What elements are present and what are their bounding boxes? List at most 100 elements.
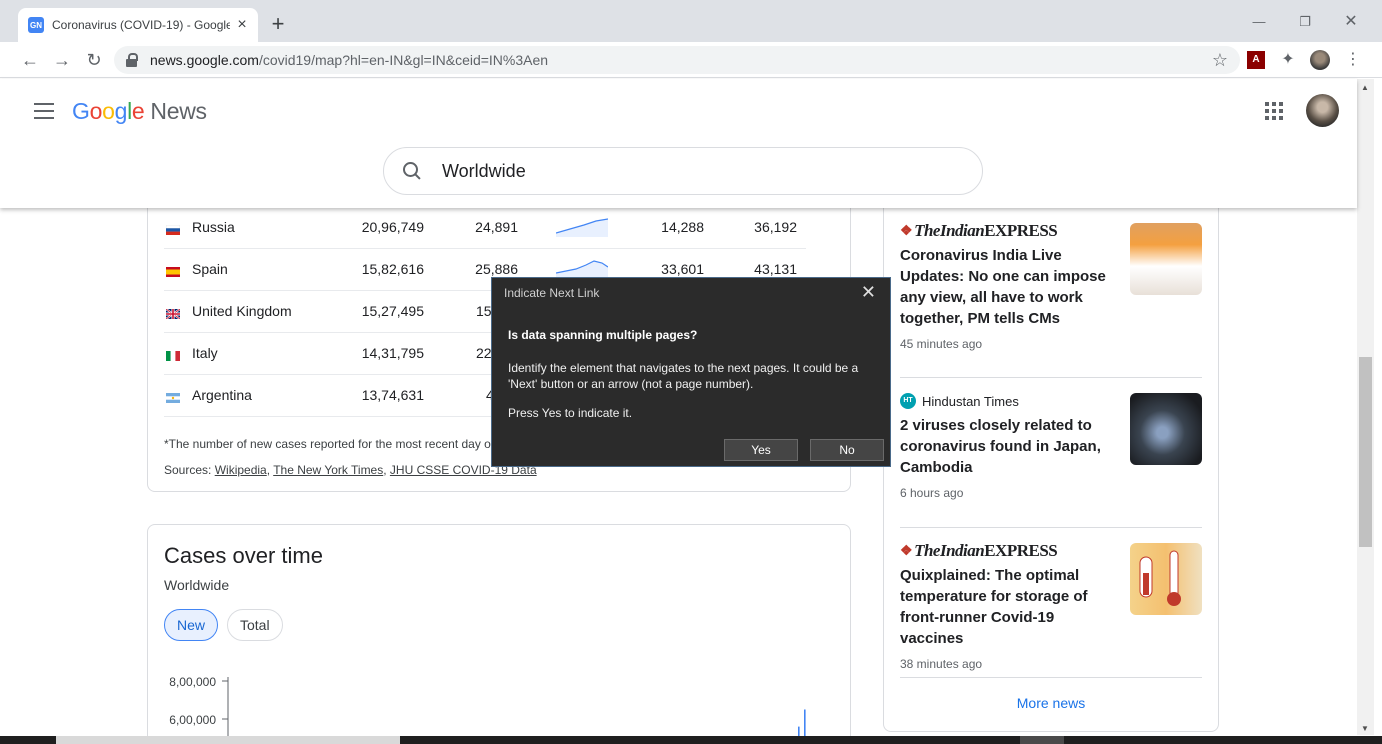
table-row[interactable]: Russia 20,96,749 24,891 14,288 36,192 xyxy=(164,207,806,249)
google-news-header: Google News Worldwide xyxy=(0,79,1357,208)
no-button[interactable]: No xyxy=(810,439,884,461)
extensions-puzzle-icon[interactable]: ✦ xyxy=(1279,51,1297,69)
country-name: Russia xyxy=(192,219,235,235)
chart-subtitle: Worldwide xyxy=(164,577,230,593)
divider xyxy=(900,677,1202,678)
spain-flag-icon xyxy=(166,264,180,277)
hindustan-times-icon: HT xyxy=(900,393,916,409)
dialog-title: Indicate Next Link xyxy=(504,286,600,300)
news-story[interactable]: ❖ The Indian EXPRESS Quixplained: The optim… xyxy=(900,541,1202,671)
deaths: 43,131 xyxy=(754,261,797,277)
browser-toolbar: ← → ↻ news.google.com/covid19/map?hl=en-… xyxy=(0,42,1382,78)
headline[interactable]: Quixplained: The optimal temperature for… xyxy=(900,565,1116,649)
lock-icon[interactable] xyxy=(126,53,138,67)
headline[interactable]: 2 viruses closely related to coronavirus… xyxy=(900,415,1116,478)
sources-line: Sources: Wikipedia, The New York Times, … xyxy=(164,463,537,477)
yes-button[interactable]: Yes xyxy=(724,439,798,461)
source-link-nyt[interactable]: The New York Times xyxy=(273,463,383,477)
total-cases: 14,31,795 xyxy=(361,345,424,361)
restore-icon[interactable]: ❐ xyxy=(1290,10,1320,34)
trend-sparkline xyxy=(556,218,608,237)
news-card: ❖ The Indian EXPRESS Coronavirus India Live… xyxy=(883,180,1219,732)
thermometer-icon xyxy=(1139,550,1181,606)
search-value: Worldwide xyxy=(442,160,526,181)
dialog-body: Identify the element that navigates to t… xyxy=(508,361,859,391)
new-cases: 24,891 xyxy=(475,219,518,235)
deaths: 36,192 xyxy=(754,219,797,235)
google-news-logo[interactable]: Google News xyxy=(72,98,207,125)
url-text: news.google.com/covid19/map?hl=en-IN&gl=… xyxy=(150,52,549,68)
browser-profile-avatar[interactable] xyxy=(1310,50,1330,70)
new-cases: 15 xyxy=(476,303,492,319)
country-name: Spain xyxy=(192,261,228,277)
chart-title: Cases over time xyxy=(164,543,323,568)
pdf-extension-icon[interactable]: A xyxy=(1247,51,1265,69)
recovered: 33,601 xyxy=(661,261,704,277)
total-toggle-button[interactable]: Total xyxy=(227,609,283,641)
more-news-link[interactable]: More news xyxy=(884,695,1218,711)
story-thumbnail[interactable] xyxy=(1130,543,1202,615)
y-tick-label: 6,00,000 xyxy=(169,713,216,727)
headline[interactable]: Coronavirus India Live Updates: No one c… xyxy=(900,245,1116,329)
italy-flag-icon xyxy=(166,348,180,361)
scrollbar-thumb[interactable] xyxy=(1359,357,1372,547)
minimize-icon[interactable]: — xyxy=(1244,10,1274,34)
indicate-next-link-dialog: Indicate Next Link ✕ Is data spanning mu… xyxy=(491,277,891,467)
divider xyxy=(900,377,1202,378)
browser-tab[interactable]: GN Coronavirus (COVID-19) - Google × xyxy=(18,8,258,42)
google-news-favicon-icon: GN xyxy=(28,17,44,33)
cases-chart: 8,00,000 6,00,000 xyxy=(169,675,809,744)
hamburger-menu-icon[interactable] xyxy=(34,103,54,119)
cases-over-time-card: Cases over time Worldwide New Total 8,00… xyxy=(147,524,851,744)
story-thumbnail[interactable] xyxy=(1130,223,1202,295)
search-input[interactable]: Worldwide xyxy=(383,147,983,195)
timestamp: 38 minutes ago xyxy=(900,657,983,671)
total-cases: 15,27,495 xyxy=(361,303,424,319)
news-story[interactable]: HT Hindustan Times 2 viruses closely rela… xyxy=(900,391,1202,500)
dialog-close-icon[interactable]: ✕ xyxy=(861,282,876,303)
story-thumbnail[interactable] xyxy=(1130,393,1202,465)
footnote: *The number of new cases reported for th… xyxy=(164,437,491,451)
recovered: 14,288 xyxy=(661,219,704,235)
tab-close-icon[interactable]: × xyxy=(234,17,250,33)
scroll-up-arrow-icon[interactable]: ▲ xyxy=(1361,83,1369,92)
taskbar-search[interactable] xyxy=(56,736,400,744)
address-bar[interactable]: news.google.com/covid19/map?hl=en-IN&gl=… xyxy=(114,46,1240,74)
country-name: Argentina xyxy=(192,387,252,403)
trend-sparkline xyxy=(556,260,608,279)
search-icon[interactable] xyxy=(402,161,422,181)
timestamp: 45 minutes ago xyxy=(900,337,983,351)
news-story[interactable]: ❖ The Indian EXPRESS Coronavirus India Live… xyxy=(900,221,1202,351)
bookmark-star-icon[interactable]: ☆ xyxy=(1212,50,1228,71)
google-apps-grid-icon[interactable] xyxy=(1265,102,1283,120)
browser-tab-strip: GN Coronavirus (COVID-19) - Google × + —… xyxy=(0,0,1382,42)
divider xyxy=(900,527,1202,528)
account-avatar[interactable] xyxy=(1306,94,1339,127)
tab-title: Coronavirus (COVID-19) - Google xyxy=(52,18,230,32)
new-toggle-button[interactable]: New xyxy=(164,609,219,641)
country-name: United Kingdom xyxy=(192,303,292,319)
uk-flag-icon xyxy=(165,306,181,320)
dialog-prompt: Press Yes to indicate it. xyxy=(508,406,633,420)
timestamp: 6 hours ago xyxy=(900,486,964,500)
total-cases: 13,74,631 xyxy=(361,387,424,403)
russia-flag-icon xyxy=(165,222,181,235)
total-cases: 20,96,749 xyxy=(361,219,424,235)
taskbar-item[interactable] xyxy=(1020,736,1064,744)
reload-icon[interactable]: ↻ xyxy=(82,48,106,72)
browser-menu-icon[interactable]: ⋮ xyxy=(1344,51,1362,69)
taskbar xyxy=(0,736,1382,744)
dialog-question: Is data spanning multiple pages? xyxy=(508,328,698,342)
window-close-icon[interactable]: ✕ xyxy=(1336,10,1366,34)
forward-arrow-icon[interactable]: → xyxy=(50,48,74,72)
scroll-down-arrow-icon[interactable]: ▼ xyxy=(1361,724,1369,733)
new-tab-plus-icon[interactable]: + xyxy=(266,12,290,36)
page-scrollbar[interactable]: ▲ ▼ xyxy=(1357,79,1374,735)
argentina-flag-icon xyxy=(166,390,180,403)
back-arrow-icon[interactable]: ← xyxy=(18,48,42,72)
y-tick-label: 8,00,000 xyxy=(169,675,216,689)
new-cases: 22 xyxy=(476,345,492,361)
source-link-wikipedia[interactable]: Wikipedia xyxy=(215,463,267,477)
new-cases: 25,886 xyxy=(475,261,518,277)
country-name: Italy xyxy=(192,345,218,361)
